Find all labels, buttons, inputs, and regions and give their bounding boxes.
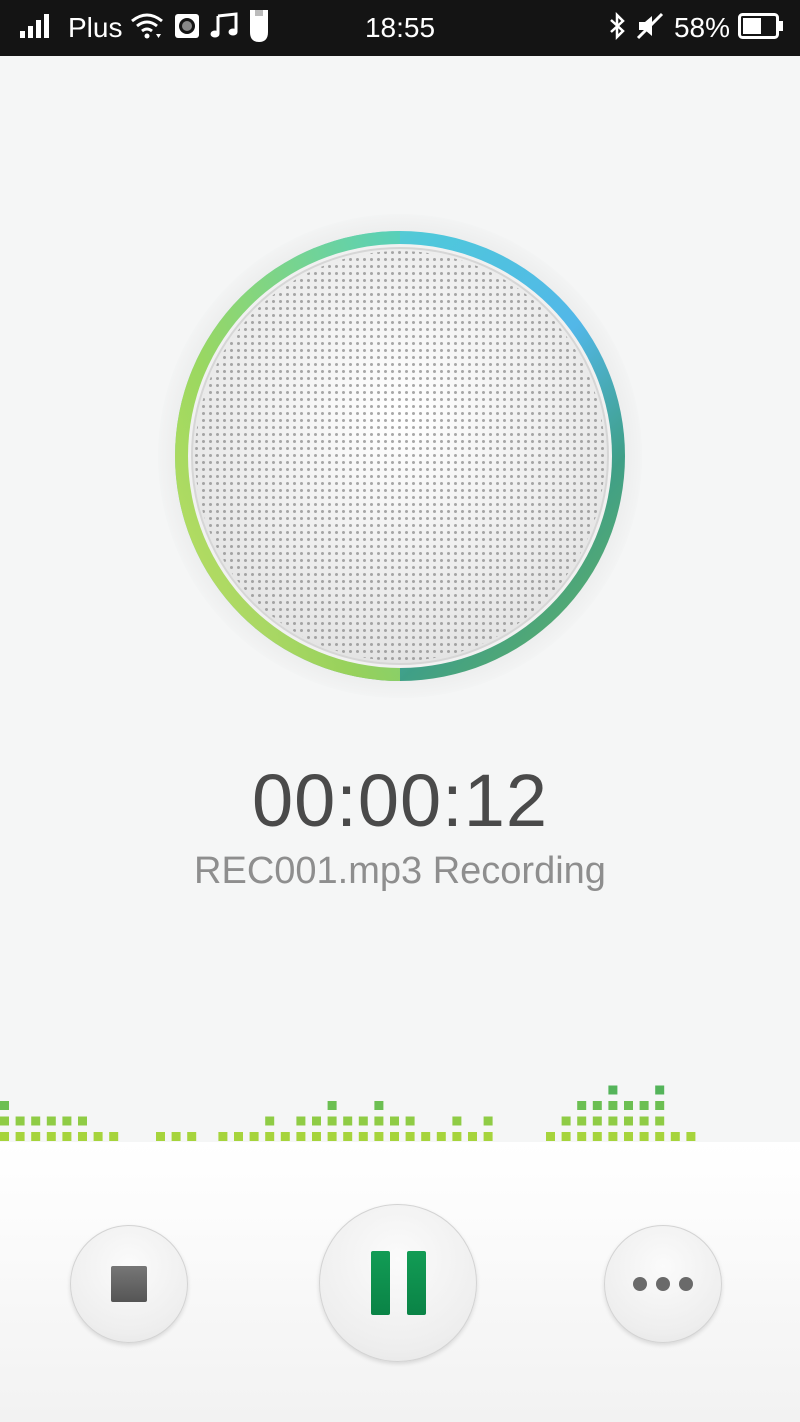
level-cell [0, 1116, 9, 1126]
level-cell [109, 1132, 119, 1141]
level-cell [452, 1132, 462, 1141]
level-cell [171, 1132, 181, 1141]
level-cell [624, 1101, 633, 1110]
level-cell [327, 1116, 337, 1126]
level-cell [296, 1132, 306, 1141]
level-cell [327, 1132, 337, 1141]
music-note-icon [210, 11, 238, 45]
level-cell [265, 1116, 275, 1126]
level-cell [0, 1132, 9, 1141]
wifi-icon [130, 12, 164, 45]
level-cell [0, 1101, 9, 1110]
level-cell [31, 1132, 41, 1141]
level-cell [436, 1132, 446, 1141]
level-cell [639, 1116, 649, 1126]
level-cell [655, 1101, 665, 1110]
level-cell [374, 1101, 384, 1110]
level-cell [405, 1132, 415, 1141]
level-cell [265, 1132, 275, 1141]
pause-button[interactable] [319, 1204, 477, 1362]
level-meter [0, 1050, 800, 1142]
level-cell [156, 1132, 165, 1141]
level-cell [608, 1085, 618, 1095]
stop-icon [111, 1266, 147, 1302]
bluetooth-icon [608, 11, 626, 45]
level-cell [468, 1132, 477, 1141]
level-cell [592, 1132, 602, 1141]
level-cell [312, 1132, 321, 1141]
gallery-icon [174, 13, 200, 44]
level-cell [655, 1132, 665, 1141]
stop-button[interactable] [70, 1225, 188, 1343]
level-cell [358, 1116, 368, 1126]
level-cell [592, 1116, 602, 1126]
battery-percent: 58% [673, 12, 730, 43]
level-cell [421, 1132, 431, 1141]
level-cell [280, 1132, 290, 1141]
level-cell [15, 1132, 25, 1141]
level-cell [670, 1132, 680, 1141]
level-cell [561, 1132, 571, 1141]
level-cell [639, 1132, 649, 1141]
recording-status: REC001.mp3 Recording [194, 850, 606, 892]
level-cell [546, 1132, 555, 1141]
level-cell [608, 1101, 618, 1110]
control-bar [0, 1142, 800, 1422]
level-cell [577, 1116, 587, 1126]
level-cell [561, 1116, 571, 1126]
level-cell [483, 1132, 493, 1141]
level-cell [249, 1132, 259, 1141]
level-cell [405, 1116, 415, 1126]
level-cell [608, 1116, 618, 1126]
level-cell [46, 1132, 56, 1141]
level-cell [218, 1132, 228, 1141]
level-cell [78, 1132, 87, 1141]
level-cell [296, 1116, 306, 1126]
elapsed-time: 00:00:12 [251, 759, 549, 842]
pause-icon [370, 1251, 426, 1315]
level-cell [46, 1116, 56, 1126]
more-button[interactable] [604, 1225, 722, 1343]
level-cell [374, 1132, 384, 1141]
level-cell [686, 1132, 696, 1141]
level-cell [312, 1116, 321, 1126]
level-cell [390, 1132, 399, 1141]
level-cell [15, 1116, 25, 1126]
level-cell [577, 1101, 587, 1110]
level-cell [62, 1116, 72, 1126]
level-cell [483, 1116, 493, 1126]
carrier-label: Plus [68, 12, 123, 43]
level-cell [78, 1116, 87, 1126]
level-cell [390, 1116, 399, 1126]
more-icon [633, 1277, 693, 1291]
microphone-grille [158, 214, 642, 698]
level-cell [31, 1116, 41, 1126]
level-cell [327, 1101, 337, 1110]
signal-icon [20, 13, 50, 43]
level-cell [234, 1132, 243, 1141]
level-cell [62, 1132, 72, 1141]
battery-icon [738, 12, 784, 44]
level-cell [655, 1116, 665, 1126]
level-cell [608, 1132, 618, 1141]
level-cell [624, 1132, 633, 1141]
status-bar: Plus 18:55 58% [0, 0, 800, 56]
level-cell [187, 1132, 197, 1141]
level-cell [577, 1132, 587, 1141]
level-cell [639, 1101, 649, 1110]
level-cell [343, 1132, 353, 1141]
level-cell [358, 1132, 368, 1141]
level-cell [452, 1116, 462, 1126]
level-cell [343, 1116, 353, 1126]
mute-icon [636, 12, 664, 45]
level-cell [624, 1116, 633, 1126]
level-cell [93, 1132, 103, 1141]
level-cell [374, 1116, 384, 1126]
level-cell [655, 1085, 665, 1095]
level-cell [592, 1101, 602, 1110]
usb-icon [248, 8, 270, 49]
